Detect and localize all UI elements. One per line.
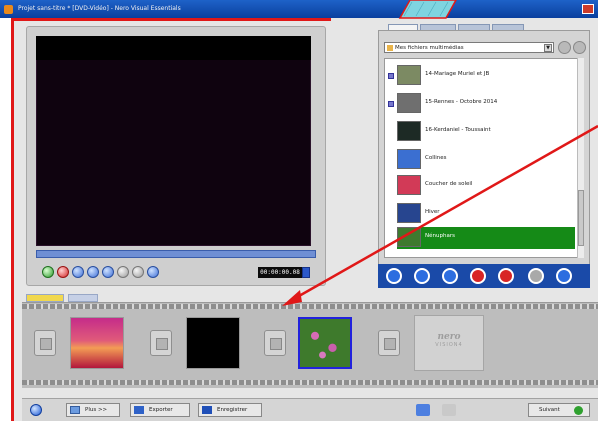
transition-slot[interactable]	[34, 330, 56, 356]
forward-button[interactable]	[102, 266, 114, 278]
film-strip-bottom	[22, 380, 598, 385]
import-button[interactable]	[414, 268, 430, 284]
media-list-item[interactable]: 14-Mariage Muriel et JB	[397, 65, 577, 87]
delete-button[interactable]	[470, 268, 486, 284]
nero-logo-subtext: VISION4	[435, 342, 463, 348]
window-title: Projet sans-titre * [DVD-Vidéo] - Nero V…	[18, 5, 181, 12]
stop-button[interactable]	[57, 266, 69, 278]
export-label: Exporter	[149, 407, 173, 413]
media-list[interactable]: 14-Mariage Muriel et JB 15-Rennes - Octob…	[384, 58, 584, 258]
tab-timeline[interactable]	[68, 294, 98, 302]
floppy-icon	[202, 406, 212, 414]
media-list-item[interactable]: 15-Rennes - Octobre 2014	[397, 93, 577, 115]
media-list-item[interactable]: Collines	[397, 149, 577, 171]
timeline-tabs	[26, 294, 110, 302]
media-thumbnail	[397, 203, 421, 223]
title-bar: Projet sans-titre * [DVD-Vidéo] - Nero V…	[0, 0, 598, 18]
media-thumbnail	[397, 93, 421, 113]
play-button[interactable]	[42, 266, 54, 278]
more-button[interactable]: Plus >>	[66, 403, 120, 417]
app-icon	[4, 5, 13, 14]
annotation-frame-left	[11, 20, 14, 421]
expand-toggle[interactable]	[388, 73, 394, 79]
media-source-select[interactable]: Mes fichiers multimédias ▼	[384, 42, 554, 53]
media-item-label: Nénuphars	[425, 233, 455, 239]
media-list-item[interactable]: Hiver	[397, 203, 577, 225]
tab-storyboard[interactable]	[26, 294, 64, 302]
folder-icon	[387, 45, 393, 51]
transition-slot[interactable]	[264, 330, 286, 356]
media-thumbnail	[397, 149, 421, 169]
expand-toggle[interactable]	[388, 101, 394, 107]
timecode-display: 00:00:00.08	[258, 267, 302, 278]
export-icon	[134, 406, 144, 414]
media-list-scrollbar[interactable]	[577, 58, 584, 258]
next-label: Suivant	[539, 407, 560, 413]
media-item-label: 14-Mariage Muriel et JB	[425, 71, 490, 77]
mute-button[interactable]	[132, 266, 144, 278]
save-button[interactable]: Enregistrer	[198, 403, 262, 417]
browser-option-button-1[interactable]	[558, 41, 571, 54]
rewind-button[interactable]	[87, 266, 99, 278]
undo-icon[interactable]	[416, 404, 430, 416]
fullscreen-button[interactable]	[147, 266, 159, 278]
save-label: Enregistrer	[217, 407, 248, 413]
next-step-button[interactable]: Suivant	[528, 403, 590, 417]
media-item-label: Coucher de soleil	[425, 181, 473, 187]
timecode-spinner[interactable]	[302, 267, 310, 278]
annotation-frame-top	[11, 18, 331, 21]
next-arrow-icon	[574, 406, 583, 415]
transition-slot[interactable]	[378, 330, 400, 356]
media-source-value: Mes fichiers multimédias	[395, 45, 464, 51]
media-item-label: Collines	[425, 155, 447, 161]
media-thumbnail	[397, 121, 421, 141]
export-button[interactable]: Exporter	[130, 403, 190, 417]
media-item-label: 15-Rennes - Octobre 2014	[425, 99, 498, 105]
empty-clip-placeholder[interactable]: nero VISION4	[414, 315, 484, 371]
photo-icon	[70, 406, 80, 414]
refresh-button[interactable]	[386, 268, 402, 284]
info-button[interactable]	[528, 268, 544, 284]
more-label: Plus >>	[85, 407, 108, 413]
chevron-down-icon[interactable]: ▼	[544, 44, 552, 52]
media-list-item[interactable]: Coucher de soleil	[397, 175, 577, 197]
close-window-button[interactable]	[582, 4, 594, 14]
storyboard-clip-water-lilies[interactable]	[298, 317, 352, 369]
video-letterbox	[36, 36, 311, 60]
media-item-label: Hiver	[425, 209, 440, 215]
next-button[interactable]	[117, 266, 129, 278]
scrollbar-thumb[interactable]	[578, 190, 584, 246]
film-strip-top	[22, 304, 598, 309]
remove-button[interactable]	[498, 268, 514, 284]
media-thumbnail	[397, 65, 421, 85]
folder-button[interactable]	[442, 268, 458, 284]
storyboard-clip-sunset[interactable]	[70, 317, 124, 369]
browser-option-button-2[interactable]	[573, 41, 586, 54]
video-preview	[36, 36, 311, 246]
playback-progress-bar[interactable]	[36, 250, 316, 258]
media-thumbnail	[397, 227, 421, 247]
media-list-item[interactable]: Nénuphars	[397, 227, 575, 249]
media-list-item[interactable]: 16-Kerdaniel - Toussaint	[397, 121, 577, 143]
redo-icon[interactable]	[442, 404, 456, 416]
media-thumbnail	[397, 175, 421, 195]
help-icon[interactable]	[30, 404, 42, 416]
nero-logo-text: nero	[437, 332, 461, 342]
add-button[interactable]	[556, 268, 572, 284]
media-item-label: 16-Kerdaniel - Toussaint	[425, 127, 491, 133]
transition-slot[interactable]	[150, 330, 172, 356]
previous-button[interactable]	[72, 266, 84, 278]
storyboard-clip-black[interactable]	[186, 317, 240, 369]
